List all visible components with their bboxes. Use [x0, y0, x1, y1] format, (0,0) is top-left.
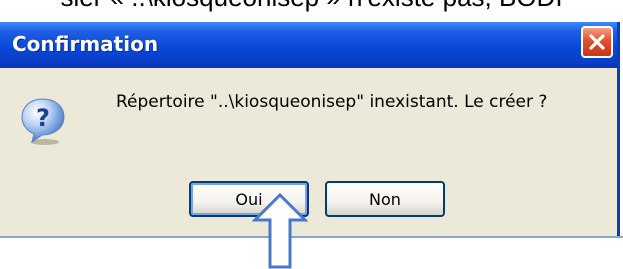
dialog-title: Confirmation: [12, 32, 159, 56]
background-document-text: sier « ..\kiosqueonisep » n'existe pas, …: [0, 0, 623, 13]
svg-text:?: ?: [36, 104, 50, 132]
title-bar[interactable]: Confirmation: [0, 22, 617, 68]
annotation-arrow-icon: [252, 193, 308, 269]
close-icon: [589, 34, 605, 50]
dialog-content: ? Répertoire "..\kiosqueonisep" inexista…: [0, 68, 617, 236]
no-button[interactable]: Non: [325, 181, 445, 217]
close-button[interactable]: [581, 26, 613, 58]
dialog-message: Répertoire "..\kiosqueonisep" inexistant…: [116, 92, 548, 112]
confirmation-dialog: Confirmation ? Répertoire "..\kiosqueoni…: [0, 22, 620, 236]
divider-line: [0, 236, 623, 238]
question-icon: ?: [21, 98, 65, 145]
